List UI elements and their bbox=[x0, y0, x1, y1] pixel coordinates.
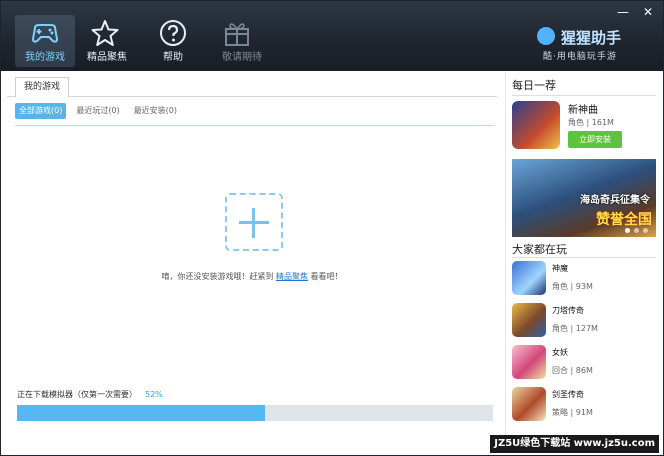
game-meta: 角色 | 93M bbox=[552, 282, 593, 291]
my-games-panel: 我的游戏 全部游戏(0) 最近玩过(0) 最近安装(0) 唷，你还没安装游戏哦！… bbox=[7, 75, 497, 427]
game-name: 女妖 bbox=[552, 348, 568, 357]
game-icon bbox=[512, 303, 546, 337]
minimize-button[interactable]: — bbox=[617, 5, 629, 19]
monkey-logo-icon bbox=[537, 27, 555, 45]
gift-icon bbox=[225, 23, 249, 46]
game-name: 刀塔传奇 bbox=[552, 306, 584, 315]
nav-label: 敬请期待 bbox=[222, 52, 262, 63]
window-controls: — ✕ bbox=[617, 5, 653, 19]
app-logo: 猩猩助手 酷·用电脑玩手游 bbox=[537, 27, 645, 67]
featured-game-meta: 角色 | 161M bbox=[568, 118, 614, 127]
star-icon bbox=[91, 20, 119, 46]
pager-dot[interactable] bbox=[625, 228, 630, 233]
close-button[interactable]: ✕ bbox=[643, 5, 653, 19]
main-nav: 我的游戏 精品聚焦 帮助 敬请期待 bbox=[15, 15, 277, 67]
download-progress-bar bbox=[17, 405, 493, 421]
app-window: 我的游戏 精品聚焦 帮助 敬请期待 — ✕ 猩猩助手 酷·用电脑玩手游 我的游戏… bbox=[0, 0, 664, 456]
download-percent: 52% bbox=[145, 390, 163, 399]
empty-suffix: 看看吧！ bbox=[310, 272, 343, 281]
question-icon bbox=[160, 20, 186, 46]
game-name: 神魔 bbox=[552, 264, 568, 273]
game-name: 剑圣传奇 bbox=[552, 390, 584, 399]
logo-name: 猩猩助手 bbox=[561, 29, 622, 47]
subtab-all-games[interactable]: 全部游戏(0) bbox=[15, 103, 67, 119]
pager-dot[interactable] bbox=[634, 228, 639, 233]
featured-game-icon[interactable] bbox=[512, 101, 560, 149]
tab-bar: 我的游戏 bbox=[7, 75, 497, 98]
popular-title: 大家都在玩 bbox=[512, 243, 567, 256]
nav-help[interactable]: 帮助 bbox=[143, 15, 203, 67]
daily-pick-title: 每日一荐 bbox=[512, 79, 556, 92]
add-game-button[interactable] bbox=[225, 193, 283, 251]
featured-game-name[interactable]: 新神曲 bbox=[568, 101, 598, 116]
subtab-recently-played[interactable]: 最近玩过(0) bbox=[72, 103, 123, 119]
nav-label: 帮助 bbox=[163, 52, 183, 63]
plus-icon bbox=[252, 208, 255, 238]
popular-game-item[interactable]: 女妖 回合 | 86M bbox=[512, 345, 658, 381]
progress-fill bbox=[17, 405, 265, 421]
promo-banner[interactable]: 海岛奇兵征集令 赞誉全国 bbox=[512, 159, 656, 237]
popular-game-item[interactable]: 剑圣传奇 策略 | 91M bbox=[512, 387, 658, 423]
site-watermark: JZ5U绿色下载站 www.jz5u.com bbox=[490, 435, 659, 453]
divider bbox=[512, 257, 656, 258]
empty-text: 唷，你还没安装游戏哦！赶紧到 bbox=[161, 272, 274, 281]
nav-coming-soon: 敬请期待 bbox=[207, 15, 277, 67]
game-meta: 角色 | 127M bbox=[552, 324, 598, 333]
game-filter-tabs: 全部游戏(0) 最近玩过(0) 最近安装(0) bbox=[15, 103, 181, 119]
logo-slogan: 酷·用电脑玩手游 bbox=[543, 52, 617, 62]
game-meta: 回合 | 86M bbox=[552, 366, 593, 375]
popular-game-item[interactable]: 神魔 角色 | 93M bbox=[512, 261, 658, 297]
banner-pager bbox=[625, 228, 648, 233]
nav-label: 我的游戏 bbox=[25, 52, 65, 63]
top-navigation-bar: 我的游戏 精品聚焦 帮助 敬请期待 — ✕ 猩猩助手 酷·用电脑玩手游 bbox=[1, 1, 663, 71]
game-icon bbox=[512, 345, 546, 379]
download-status: 正在下载模拟器（仅第一次需要） 52% bbox=[17, 389, 163, 400]
download-text: 正在下载模拟器（仅第一次需要） bbox=[17, 390, 137, 399]
game-meta: 策略 | 91M bbox=[552, 408, 593, 417]
featured-link[interactable]: 精品聚焦 bbox=[276, 272, 308, 281]
nav-my-games[interactable]: 我的游戏 bbox=[15, 15, 75, 67]
install-now-button[interactable]: 立即安装 bbox=[568, 131, 622, 148]
pager-dot[interactable] bbox=[643, 228, 648, 233]
tab-my-games[interactable]: 我的游戏 bbox=[15, 77, 69, 98]
recommend-sidebar: 每日一荐 新神曲 角色 | 161M 立即安装 海岛奇兵征集令 赞誉全国 大家都… bbox=[505, 73, 659, 435]
gamepad-icon bbox=[31, 24, 59, 43]
banner-cta: 赞誉全国 bbox=[596, 212, 652, 228]
game-icon bbox=[512, 387, 546, 421]
divider bbox=[15, 125, 495, 126]
divider bbox=[512, 95, 656, 96]
subtab-recently-installed[interactable]: 最近安装(0) bbox=[130, 103, 181, 119]
game-icon bbox=[512, 261, 546, 295]
popular-game-item[interactable]: 刀塔传奇 角色 | 127M bbox=[512, 303, 658, 339]
nav-label: 精品聚焦 bbox=[87, 52, 127, 63]
nav-featured[interactable]: 精品聚焦 bbox=[75, 15, 139, 67]
empty-state-message: 唷，你还没安装游戏哦！赶紧到 精品聚焦 看看吧！ bbox=[7, 271, 497, 282]
banner-title: 海岛奇兵征集令 bbox=[580, 195, 650, 206]
